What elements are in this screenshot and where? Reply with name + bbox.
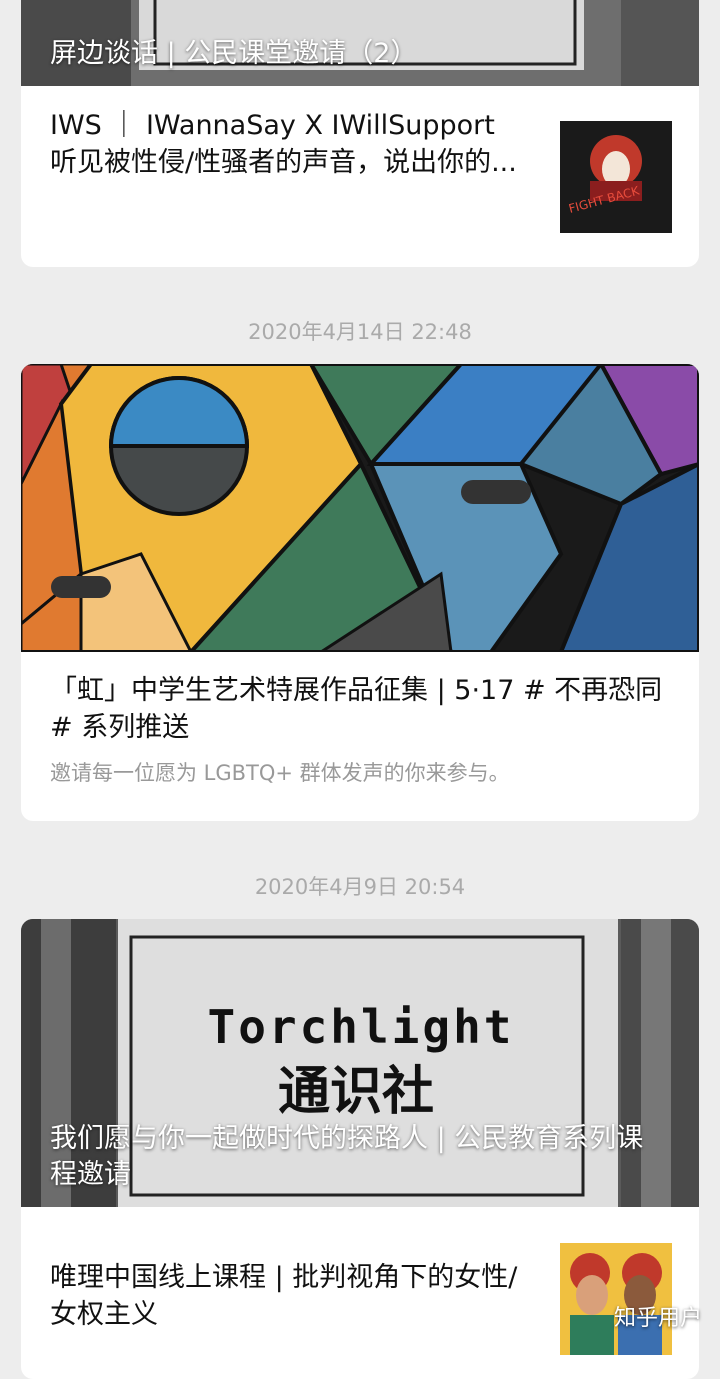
article-thumbnail [560,1243,672,1355]
article-subtitle: 邀请每一位愿为 LGBTQ+ 群体发声的你来参与。 [50,761,510,785]
article-overlay-title: 我们愿与你一起做时代的探路人 | 公民教育系列课程邀请 [50,1123,644,1190]
banner-geometric-art [21,364,699,652]
article-list-item[interactable]: IWS ｜ IWannaSay X IWillSupport 听见被性侵/性骚者… [21,86,699,267]
article-card-1[interactable]: 屏边谈话 | 公民课堂邀请（2） IWS ｜ IWannaSay X IWill… [21,0,699,267]
banner-title-cn: 通识社 [278,1062,434,1122]
article-item-title: IWS ｜ IWannaSay X IWillSupport 听见被性侵/性骚者… [50,110,517,178]
article-list-item[interactable]: 唯理中国线上课程 | 批判视角下的女性/女权主义 [21,1207,699,1379]
article-banner-image[interactable]: Torchlight 通识社 我们愿与你一起做时代的探路人 | 公民教育系列课程… [21,919,699,1207]
article-thumbnail: FIGHT BACK [560,121,672,233]
article-banner-image[interactable] [21,364,699,652]
timestamp: 2020年4月14日 22:48 [248,320,472,344]
article-overlay-title: 屏边谈话 | 公民课堂邀请（2） [50,38,418,69]
timestamp: 2020年4月9日 20:54 [254,875,466,899]
article-card-3[interactable]: Torchlight 通识社 我们愿与你一起做时代的探路人 | 公民教育系列课程… [21,919,699,1379]
article-banner-image[interactable]: 屏边谈话 | 公民课堂邀请（2） [21,0,699,86]
article-card-2[interactable]: 「虹」中学生艺术特展作品征集 | 5·17 # 不再恐同 # 系列推送 邀请每一… [21,364,699,821]
article-item-title: 唯理中国线上课程 | 批判视角下的女性/女权主义 [50,1262,518,1330]
watermark: 知乎用户 [613,1306,702,1331]
banner-title-en: Torchlight [208,1000,515,1054]
article-title: 「虹」中学生艺术特展作品征集 | 5·17 # 不再恐同 # 系列推送 [50,675,663,743]
